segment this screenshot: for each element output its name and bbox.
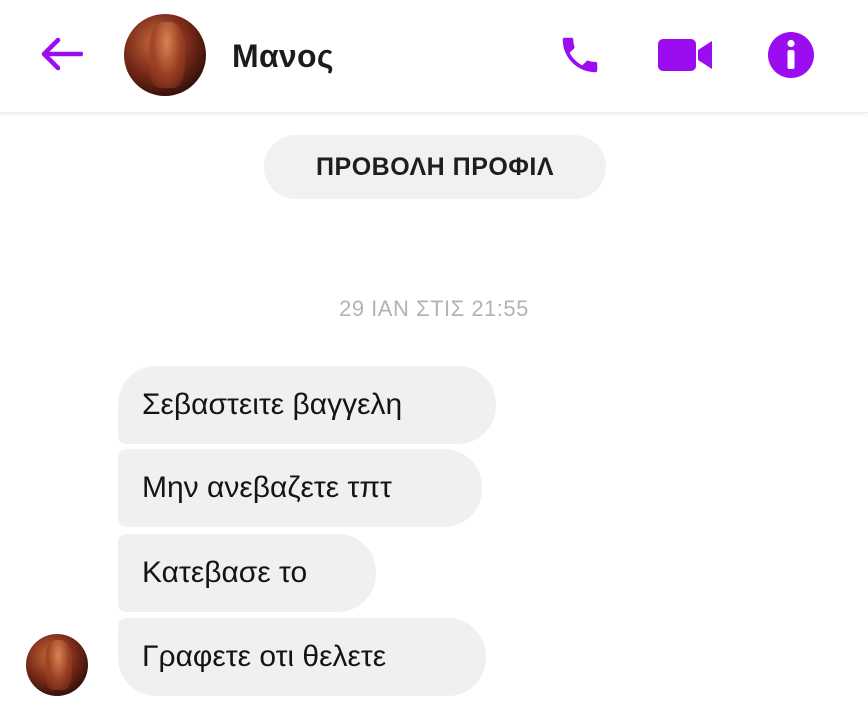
phone-icon (562, 37, 598, 73)
message-bubble[interactable]: Σεβαστειτε βαγγελη (118, 366, 496, 444)
info-button[interactable] (764, 28, 818, 82)
back-button[interactable] (36, 32, 86, 76)
message-bubble[interactable]: Γραφετε οτι θελετε (118, 618, 486, 696)
message-timestamp: 29 ΙΑΝ ΣΤΙΣ 21:55 (339, 296, 529, 321)
call-button[interactable] (553, 28, 607, 82)
info-icon (768, 32, 814, 78)
message-bubble[interactable]: Κατεβασε το (118, 534, 376, 612)
contact-avatar[interactable] (124, 14, 206, 96)
back-arrow-icon (41, 37, 83, 71)
message-bubble[interactable]: Μην ανεβαζετε τπτ (118, 449, 482, 527)
sender-avatar[interactable] (26, 634, 88, 696)
view-profile-button[interactable]: ΠΡΟΒΟΛΗ ΠΡΟΦΙΛ (264, 135, 606, 199)
video-call-button[interactable] (655, 32, 715, 78)
chat-header: Μανος (0, 0, 868, 113)
video-camera-icon (658, 39, 712, 71)
messenger-chat-screen: Μανος ΠΡΟΒΟΛΗ ΠΡΟΦΙΛ 29 ΙΑΝ ΣΤΙΣ 21:55 Σ… (0, 0, 868, 711)
contact-name[interactable]: Μανος (232, 38, 334, 75)
